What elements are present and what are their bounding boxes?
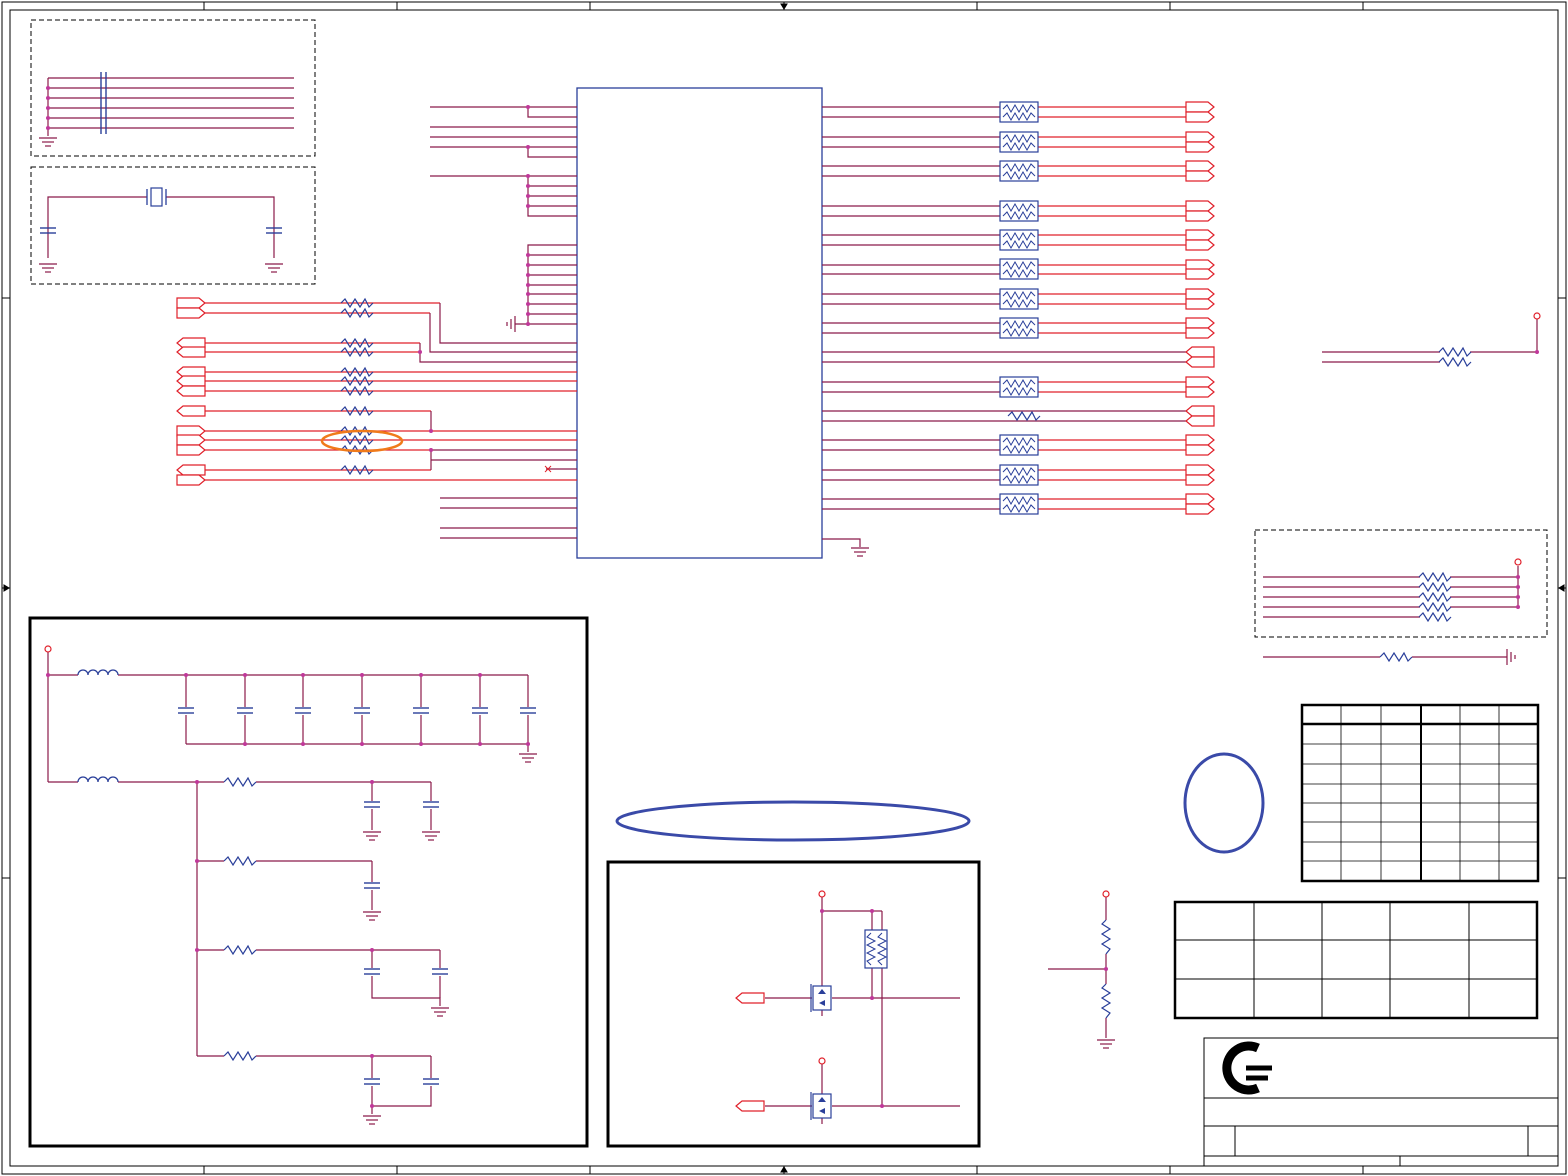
revision-table bbox=[1173, 900, 1539, 1020]
company-logo bbox=[1222, 1041, 1272, 1095]
resistor-to-chassis bbox=[1263, 649, 1516, 665]
right-signal-nets bbox=[822, 101, 1215, 557]
pullup-right bbox=[1322, 312, 1541, 367]
crystal-block bbox=[30, 166, 316, 285]
left-signal-nets bbox=[176, 297, 577, 486]
voltage-divider bbox=[1048, 890, 1116, 1049]
power-filter-block bbox=[28, 616, 589, 1148]
highlight-blue-round-ellipse bbox=[1183, 752, 1265, 854]
pullup-block bbox=[1254, 529, 1548, 638]
chassis-ground bbox=[506, 316, 516, 332]
ic-left-wires bbox=[430, 106, 577, 539]
main-ic bbox=[576, 87, 823, 559]
level-shifter-block bbox=[606, 860, 981, 1148]
schematic-sheet bbox=[1, 1, 1567, 1175]
grid-table bbox=[1300, 703, 1540, 883]
title-block bbox=[1203, 1037, 1559, 1167]
highlight-blue-wide-ellipse bbox=[615, 800, 971, 842]
connector-block bbox=[30, 19, 316, 157]
